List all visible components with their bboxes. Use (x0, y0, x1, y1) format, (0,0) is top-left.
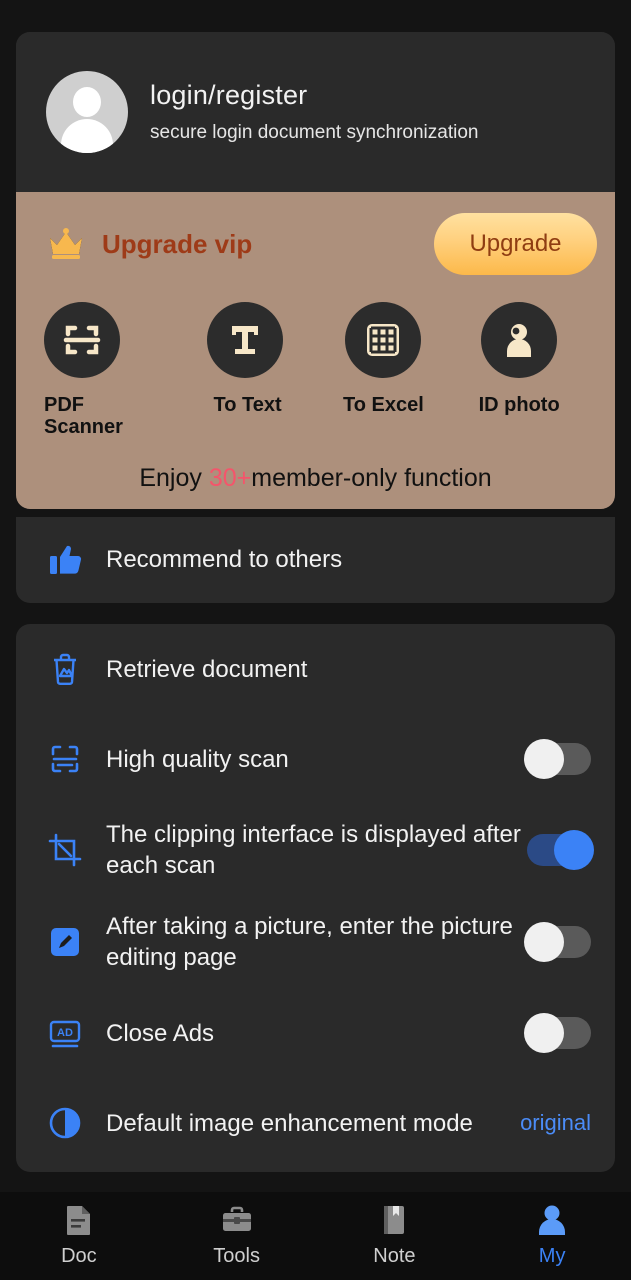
crown-icon (46, 227, 86, 261)
crop-icon (46, 831, 84, 869)
enhancement-mode-value[interactable]: original (520, 1110, 591, 1136)
profile-text: login/register secure login document syn… (150, 78, 478, 146)
settings-row-clipping-interface[interactable]: The clipping interface is displayed afte… (16, 804, 615, 896)
toggle-knob (524, 739, 564, 779)
toggle-knob (524, 1013, 564, 1053)
feature-label: ID photo (478, 394, 560, 416)
settings-row-retrieve-document[interactable]: Retrieve document (16, 624, 615, 714)
close-ads-toggle[interactable] (524, 1013, 591, 1053)
feature-label: PDF Scanner (44, 394, 123, 438)
scan-frame-icon (44, 302, 120, 378)
toggle-knob (554, 830, 594, 870)
vip-footer-highlight: 30+ (208, 464, 252, 492)
bottom-navigation: Doc Tools Note My (0, 1192, 631, 1280)
vip-header-row: Upgrade vip Upgrade (16, 192, 615, 296)
profile-subtitle: secure login document synchronization (150, 122, 479, 143)
vip-footer-text: Enjoy 30+member-only function (16, 464, 615, 493)
settings-row-high-quality-scan[interactable]: High quality scan (16, 714, 615, 804)
app-root: login/register secure login document syn… (0, 0, 631, 1280)
settings-row-label: Retrieve document (106, 655, 308, 683)
nav-item-label: Note (373, 1245, 416, 1267)
contrast-icon (46, 1104, 84, 1142)
settings-row-enhancement-mode[interactable]: Default image enhancement mode original (16, 1078, 615, 1168)
login-register-title[interactable]: login/register (150, 78, 478, 112)
recommend-row[interactable]: Recommend to others (16, 517, 615, 603)
scan-quality-icon (46, 740, 84, 778)
vip-title: Upgrade vip (102, 228, 253, 259)
nav-item-label: Tools (213, 1245, 260, 1267)
profile-vip-card: login/register secure login document syn… (16, 32, 615, 509)
recommend-label: Recommend to others (106, 546, 343, 573)
settings-card: Retrieve document High quality scan The … (16, 624, 615, 1172)
feature-to-excel[interactable]: To Excel (316, 302, 452, 438)
vip-footer-prefix: Enjoy (139, 464, 209, 492)
scroll-area[interactable]: login/register secure login document syn… (0, 0, 631, 1192)
retrieve-trash-icon (46, 650, 84, 688)
ad-box-icon: AD (46, 1014, 84, 1052)
vip-footer-suffix: member-only function (251, 464, 492, 492)
settings-row-label: Default image enhancement mode (106, 1109, 473, 1137)
nav-item-my[interactable]: My (473, 1204, 631, 1268)
vip-feature-list: PDF Scanner To Text To Excel ID photo (16, 302, 615, 438)
feature-id-photo[interactable]: ID photo (451, 302, 587, 438)
svg-text:AD: AD (57, 1027, 73, 1039)
feature-label: To Excel (342, 394, 424, 416)
toolbox-icon (221, 1204, 253, 1236)
nav-item-doc[interactable]: Doc (0, 1204, 158, 1268)
feature-to-text[interactable]: To Text (180, 302, 316, 438)
nav-item-note[interactable]: Note (316, 1204, 474, 1268)
upgrade-button[interactable]: Upgrade (434, 213, 597, 275)
document-icon (64, 1204, 94, 1236)
settings-row-label: After taking a picture, enter the pictur… (106, 913, 513, 971)
note-book-icon (381, 1204, 407, 1236)
text-t-icon (206, 302, 283, 378)
settings-row-picture-editing[interactable]: After taking a picture, enter the pictur… (16, 896, 615, 988)
high-quality-scan-toggle[interactable] (524, 739, 591, 779)
id-person-icon (481, 302, 558, 378)
thumbs-up-icon (46, 541, 84, 579)
settings-row-label: High quality scan (106, 745, 289, 773)
feature-pdf-scanner[interactable]: PDF Scanner (44, 302, 180, 438)
person-icon (537, 1204, 567, 1236)
settings-row-label: Close Ads (106, 1019, 215, 1047)
user-avatar-icon (46, 71, 128, 153)
settings-row-close-ads[interactable]: AD Close Ads (16, 988, 615, 1078)
clipping-interface-toggle[interactable] (527, 830, 594, 870)
feature-label: To Text (213, 394, 282, 416)
nav-item-label: My (538, 1245, 566, 1267)
nav-item-label: Doc (61, 1245, 97, 1267)
settings-row-label: The clipping interface is displayed afte… (106, 821, 521, 879)
profile-header[interactable]: login/register secure login document syn… (16, 32, 615, 192)
edit-pencil-icon (46, 923, 84, 961)
toggle-knob (524, 922, 564, 962)
table-grid-icon (345, 302, 422, 378)
nav-item-tools[interactable]: Tools (158, 1204, 316, 1268)
picture-editing-toggle[interactable] (524, 922, 591, 962)
vip-banner: Upgrade vip Upgrade PDF Scanner To Text … (16, 192, 615, 509)
